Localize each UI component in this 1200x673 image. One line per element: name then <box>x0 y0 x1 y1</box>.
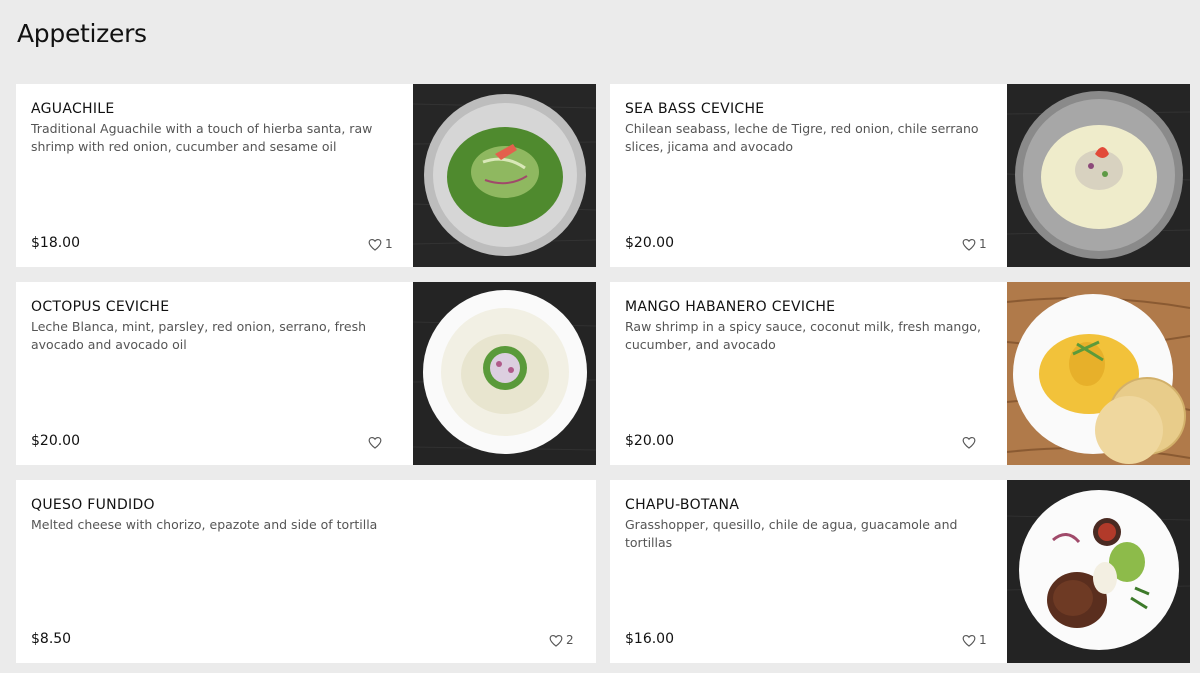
menu-item-photo[interactable] <box>413 282 596 465</box>
heart-icon <box>368 436 382 449</box>
like-button[interactable]: 1 <box>368 237 393 251</box>
menu-grid: AGUACHILE Traditional Aguachile with a t… <box>16 84 1190 663</box>
menu-item-description: Chilean seabass, leche de Tigre, red oni… <box>625 121 979 154</box>
white-ceviche-bowl-image <box>1007 84 1190 267</box>
heart-icon <box>549 634 563 647</box>
like-count: 2 <box>566 633 574 647</box>
menu-item-name: CHAPU-BOTANA <box>625 497 740 513</box>
green-aguachile-bowl-image <box>413 84 596 267</box>
menu-item-photo[interactable] <box>1007 282 1190 465</box>
menu-item-text: CHAPU-BOTANA Grasshopper, quesillo, chil… <box>625 496 985 552</box>
like-button[interactable] <box>368 436 385 449</box>
heart-icon <box>368 238 382 251</box>
menu-item-description: Grasshopper, quesillo, chile de agua, gu… <box>625 517 958 550</box>
menu-item-text: OCTOPUS CEVICHE Leche Blanca, mint, pars… <box>31 298 391 354</box>
mango-ceviche-with-tostadas-image <box>1007 282 1190 465</box>
menu-item-text: AGUACHILE Traditional Aguachile with a t… <box>31 100 391 156</box>
menu-item-name: OCTOPUS CEVICHE <box>31 299 170 315</box>
menu-item-price: $8.50 <box>31 631 72 647</box>
heart-icon <box>962 436 976 449</box>
heart-icon <box>962 634 976 647</box>
menu-item-name: AGUACHILE <box>31 101 115 117</box>
menu-item-photo[interactable] <box>1007 480 1190 663</box>
like-button[interactable]: 2 <box>549 633 574 647</box>
menu-item-text: QUESO FUNDIDO Melted cheese with chorizo… <box>31 496 571 534</box>
menu-item-name: SEA BASS CEVICHE <box>625 101 765 117</box>
menu-item-price: $20.00 <box>625 235 674 251</box>
menu-item-photo[interactable] <box>413 84 596 267</box>
like-count: 1 <box>979 237 987 251</box>
menu-item-card[interactable]: CHAPU-BOTANA Grasshopper, quesillo, chil… <box>610 480 1190 663</box>
like-button[interactable] <box>962 436 979 449</box>
heart-icon <box>962 238 976 251</box>
menu-item-price: $18.00 <box>31 235 80 251</box>
menu-item-card[interactable]: SEA BASS CEVICHE Chilean seabass, leche … <box>610 84 1190 267</box>
menu-item-card[interactable]: OCTOPUS CEVICHE Leche Blanca, mint, pars… <box>16 282 596 465</box>
menu-item-card[interactable]: QUESO FUNDIDO Melted cheese with chorizo… <box>16 480 596 663</box>
menu-item-text: SEA BASS CEVICHE Chilean seabass, leche … <box>625 100 985 156</box>
menu-item-name: MANGO HABANERO CEVICHE <box>625 299 836 315</box>
menu-item-card[interactable]: MANGO HABANERO CEVICHE Raw shrimp in a s… <box>610 282 1190 465</box>
like-count: 1 <box>385 237 393 251</box>
menu-item-card[interactable]: AGUACHILE Traditional Aguachile with a t… <box>16 84 596 267</box>
menu-item-price: $16.00 <box>625 631 674 647</box>
like-count: 1 <box>979 633 987 647</box>
chapulines-plate-image <box>1007 480 1190 663</box>
menu-item-description: Traditional Aguachile with a touch of hi… <box>31 121 373 154</box>
menu-item-price: $20.00 <box>31 433 80 449</box>
like-button[interactable]: 1 <box>962 237 987 251</box>
menu-item-text: MANGO HABANERO CEVICHE Raw shrimp in a s… <box>625 298 985 354</box>
like-button[interactable]: 1 <box>962 633 987 647</box>
menu-item-price: $20.00 <box>625 433 674 449</box>
octopus-ceviche-plate-image <box>413 282 596 465</box>
section-title: Appetizers <box>17 19 147 48</box>
menu-item-name: QUESO FUNDIDO <box>31 497 155 513</box>
menu-item-description: Melted cheese with chorizo, epazote and … <box>31 517 378 532</box>
menu-item-description: Leche Blanca, mint, parsley, red onion, … <box>31 319 367 352</box>
menu-item-photo[interactable] <box>1007 84 1190 267</box>
menu-item-description: Raw shrimp in a spicy sauce, coconut mil… <box>625 319 981 352</box>
